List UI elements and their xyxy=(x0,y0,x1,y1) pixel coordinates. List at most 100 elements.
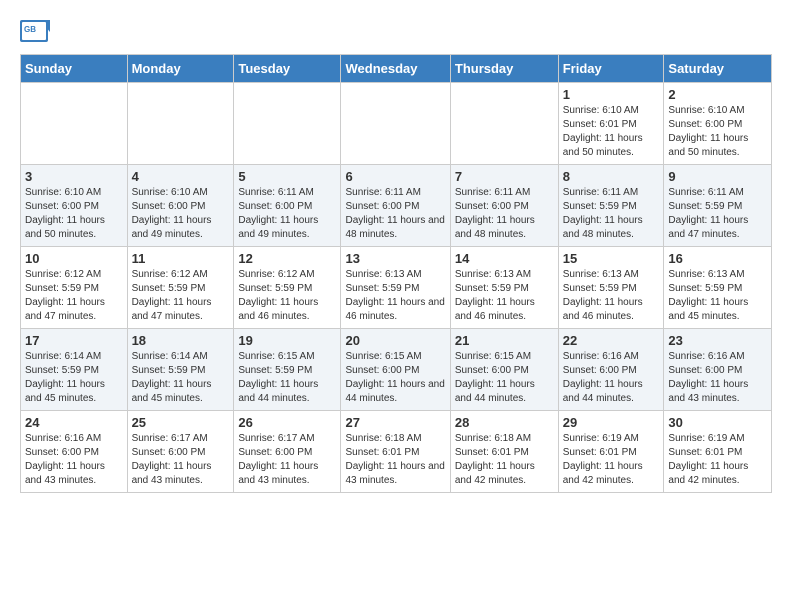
calendar-cell: 21 Sunrise: 6:15 AM Sunset: 6:00 PM Dayli… xyxy=(450,329,558,411)
day-number: 7 xyxy=(455,169,554,184)
day-number: 5 xyxy=(238,169,336,184)
calendar-week-row: 17 Sunrise: 6:14 AM Sunset: 5:59 PM Dayli… xyxy=(21,329,772,411)
calendar-week-row: 24 Sunrise: 6:16 AM Sunset: 6:00 PM Dayli… xyxy=(21,411,772,493)
calendar-cell: 5 Sunrise: 6:11 AM Sunset: 6:00 PM Daylig… xyxy=(234,165,341,247)
weekday-header: Monday xyxy=(127,55,234,83)
calendar-cell: 24 Sunrise: 6:16 AM Sunset: 6:00 PM Dayli… xyxy=(21,411,128,493)
calendar-week-row: 1Sunrise: 6:10 AM Sunset: 6:01 PM Daylig… xyxy=(21,83,772,165)
weekday-header: Friday xyxy=(558,55,664,83)
calendar-cell: 2Sunrise: 6:10 AM Sunset: 6:00 PM Daylig… xyxy=(664,83,772,165)
weekday-header: Sunday xyxy=(21,55,128,83)
calendar-header-row: SundayMondayTuesdayWednesdayThursdayFrid… xyxy=(21,55,772,83)
page: GB SundayMondayTuesdayWednesdayThursdayF… xyxy=(0,0,792,513)
day-info: Sunrise: 6:14 AM Sunset: 5:59 PM Dayligh… xyxy=(25,350,123,406)
day-number: 9 xyxy=(668,169,767,184)
day-number: 11 xyxy=(132,251,230,266)
day-info: Sunrise: 6:10 AM Sunset: 6:01 PM Dayligh… xyxy=(563,104,660,160)
calendar-cell: 3 Sunrise: 6:10 AM Sunset: 6:00 PM Daylig… xyxy=(21,165,128,247)
day-info: Sunrise: 6:10 AM Sunset: 6:00 PM Dayligh… xyxy=(132,186,230,242)
calendar-cell: 6 Sunrise: 6:11 AM Sunset: 6:00 PM Daylig… xyxy=(341,165,450,247)
day-number: 8 xyxy=(563,169,660,184)
day-number: 19 xyxy=(238,333,336,348)
day-number: 24 xyxy=(25,415,123,430)
day-info: Sunrise: 6:10 AM Sunset: 6:00 PM Dayligh… xyxy=(668,104,767,160)
day-number: 22 xyxy=(563,333,660,348)
day-number: 10 xyxy=(25,251,123,266)
calendar-cell: 25 Sunrise: 6:17 AM Sunset: 6:00 PM Dayli… xyxy=(127,411,234,493)
day-info: Sunrise: 6:18 AM Sunset: 6:01 PM Dayligh… xyxy=(345,432,445,488)
logo: GB xyxy=(20,20,52,44)
calendar-cell: 14Sunrise: 6:13 AM Sunset: 5:59 PM Dayli… xyxy=(450,247,558,329)
calendar-cell: 17 Sunrise: 6:14 AM Sunset: 5:59 PM Dayli… xyxy=(21,329,128,411)
calendar-cell: 27 Sunrise: 6:18 AM Sunset: 6:01 PM Dayli… xyxy=(341,411,450,493)
calendar-cell: 15Sunrise: 6:13 AM Sunset: 5:59 PM Dayli… xyxy=(558,247,664,329)
calendar: SundayMondayTuesdayWednesdayThursdayFrid… xyxy=(20,54,772,493)
calendar-cell: 18Sunrise: 6:14 AM Sunset: 5:59 PM Dayli… xyxy=(127,329,234,411)
day-number: 25 xyxy=(132,415,230,430)
calendar-cell xyxy=(341,83,450,165)
day-info: Sunrise: 6:16 AM Sunset: 6:00 PM Dayligh… xyxy=(668,350,767,406)
calendar-cell: 26 Sunrise: 6:17 AM Sunset: 6:00 PM Dayli… xyxy=(234,411,341,493)
day-number: 12 xyxy=(238,251,336,266)
calendar-cell: 1Sunrise: 6:10 AM Sunset: 6:01 PM Daylig… xyxy=(558,83,664,165)
day-info: Sunrise: 6:16 AM Sunset: 6:00 PM Dayligh… xyxy=(25,432,123,488)
day-info: Sunrise: 6:19 AM Sunset: 6:01 PM Dayligh… xyxy=(563,432,660,488)
day-info: Sunrise: 6:17 AM Sunset: 6:00 PM Dayligh… xyxy=(132,432,230,488)
day-info: Sunrise: 6:12 AM Sunset: 5:59 PM Dayligh… xyxy=(132,268,230,324)
day-number: 4 xyxy=(132,169,230,184)
calendar-week-row: 10 Sunrise: 6:12 AM Sunset: 5:59 PM Dayli… xyxy=(21,247,772,329)
day-info: Sunrise: 6:11 AM Sunset: 5:59 PM Dayligh… xyxy=(563,186,660,242)
calendar-cell: 9 Sunrise: 6:11 AM Sunset: 5:59 PM Daylig… xyxy=(664,165,772,247)
day-info: Sunrise: 6:11 AM Sunset: 6:00 PM Dayligh… xyxy=(238,186,336,242)
weekday-header: Saturday xyxy=(664,55,772,83)
day-info: Sunrise: 6:10 AM Sunset: 6:00 PM Dayligh… xyxy=(25,186,123,242)
calendar-cell xyxy=(127,83,234,165)
calendar-cell: 19 Sunrise: 6:15 AM Sunset: 5:59 PM Dayli… xyxy=(234,329,341,411)
day-number: 6 xyxy=(345,169,445,184)
day-number: 29 xyxy=(563,415,660,430)
day-info: Sunrise: 6:18 AM Sunset: 6:01 PM Dayligh… xyxy=(455,432,554,488)
calendar-cell xyxy=(450,83,558,165)
day-number: 17 xyxy=(25,333,123,348)
calendar-cell: 16 Sunrise: 6:13 AM Sunset: 5:59 PM Dayli… xyxy=(664,247,772,329)
day-number: 20 xyxy=(345,333,445,348)
day-info: Sunrise: 6:11 AM Sunset: 5:59 PM Dayligh… xyxy=(668,186,767,242)
day-number: 18 xyxy=(132,333,230,348)
logo-icon: GB xyxy=(20,20,50,44)
day-number: 26 xyxy=(238,415,336,430)
day-info: Sunrise: 6:17 AM Sunset: 6:00 PM Dayligh… xyxy=(238,432,336,488)
day-info: Sunrise: 6:15 AM Sunset: 6:00 PM Dayligh… xyxy=(345,350,445,406)
calendar-cell: 8 Sunrise: 6:11 AM Sunset: 5:59 PM Daylig… xyxy=(558,165,664,247)
calendar-cell: 13Sunrise: 6:13 AM Sunset: 5:59 PM Dayli… xyxy=(341,247,450,329)
weekday-header: Thursday xyxy=(450,55,558,83)
day-number: 28 xyxy=(455,415,554,430)
day-number: 3 xyxy=(25,169,123,184)
day-info: Sunrise: 6:11 AM Sunset: 6:00 PM Dayligh… xyxy=(345,186,445,242)
svg-text:GB: GB xyxy=(24,25,36,34)
day-info: Sunrise: 6:13 AM Sunset: 5:59 PM Dayligh… xyxy=(455,268,554,324)
day-number: 21 xyxy=(455,333,554,348)
day-info: Sunrise: 6:16 AM Sunset: 6:00 PM Dayligh… xyxy=(563,350,660,406)
weekday-header: Tuesday xyxy=(234,55,341,83)
day-number: 30 xyxy=(668,415,767,430)
calendar-cell: 10 Sunrise: 6:12 AM Sunset: 5:59 PM Dayli… xyxy=(21,247,128,329)
calendar-cell: 23 Sunrise: 6:16 AM Sunset: 6:00 PM Dayli… xyxy=(664,329,772,411)
calendar-cell: 28 Sunrise: 6:18 AM Sunset: 6:01 PM Dayli… xyxy=(450,411,558,493)
day-number: 16 xyxy=(668,251,767,266)
day-info: Sunrise: 6:12 AM Sunset: 5:59 PM Dayligh… xyxy=(25,268,123,324)
day-info: Sunrise: 6:12 AM Sunset: 5:59 PM Dayligh… xyxy=(238,268,336,324)
day-info: Sunrise: 6:15 AM Sunset: 5:59 PM Dayligh… xyxy=(238,350,336,406)
header: GB xyxy=(20,20,772,44)
calendar-body: 1Sunrise: 6:10 AM Sunset: 6:01 PM Daylig… xyxy=(21,83,772,493)
day-info: Sunrise: 6:13 AM Sunset: 5:59 PM Dayligh… xyxy=(668,268,767,324)
calendar-cell: 20 Sunrise: 6:15 AM Sunset: 6:00 PM Dayli… xyxy=(341,329,450,411)
calendar-cell: 7 Sunrise: 6:11 AM Sunset: 6:00 PM Daylig… xyxy=(450,165,558,247)
calendar-cell: 22 Sunrise: 6:16 AM Sunset: 6:00 PM Dayli… xyxy=(558,329,664,411)
day-info: Sunrise: 6:15 AM Sunset: 6:00 PM Dayligh… xyxy=(455,350,554,406)
day-number: 15 xyxy=(563,251,660,266)
day-number: 23 xyxy=(668,333,767,348)
day-number: 27 xyxy=(345,415,445,430)
day-info: Sunrise: 6:11 AM Sunset: 6:00 PM Dayligh… xyxy=(455,186,554,242)
calendar-cell xyxy=(21,83,128,165)
calendar-cell xyxy=(234,83,341,165)
